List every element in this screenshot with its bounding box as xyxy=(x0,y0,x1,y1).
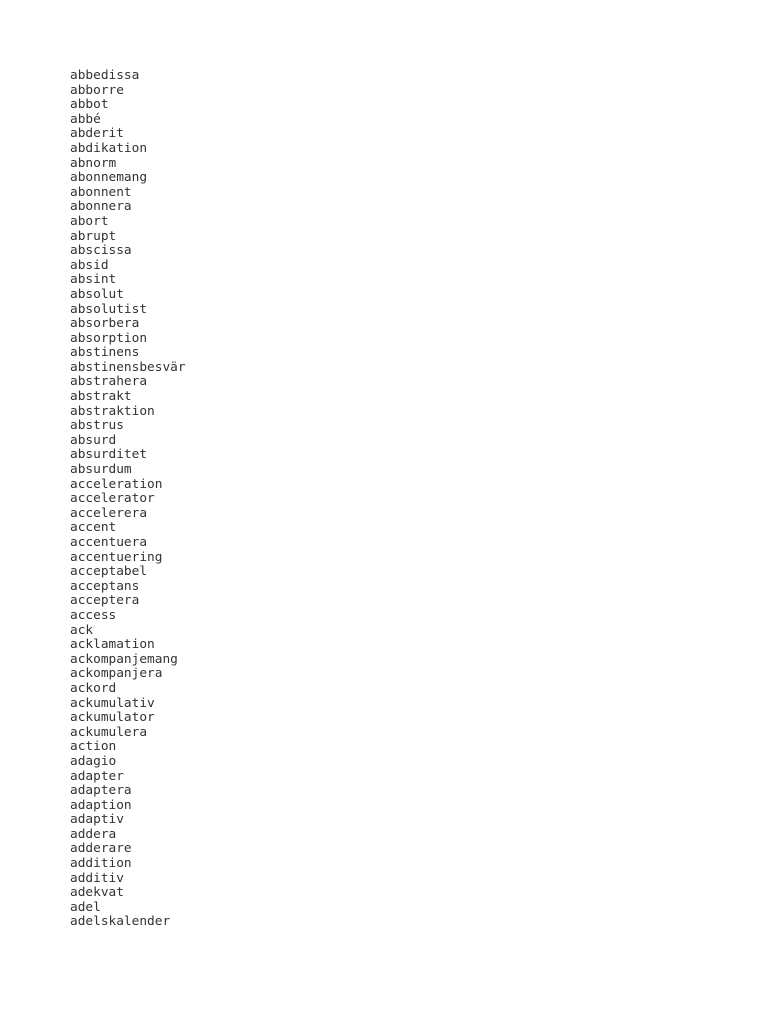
list-item: ackumulera xyxy=(70,724,148,740)
list-item: adderare xyxy=(70,841,132,857)
list-item: absorbera xyxy=(70,316,140,332)
list-item: abscissa xyxy=(70,243,132,259)
list-item: absint xyxy=(70,272,117,288)
list-item: abbedissa xyxy=(70,68,140,83)
list-item: abstinensbesvär xyxy=(70,359,186,375)
list-item: ackumulativ xyxy=(70,695,155,711)
list-item: abonnemang xyxy=(70,170,148,186)
list-item: abonnera xyxy=(70,199,132,215)
list-item: adaptera xyxy=(70,783,132,799)
list-item: accelerera xyxy=(70,505,148,521)
list-item: abstinens xyxy=(70,345,140,361)
list-item: abbot xyxy=(70,97,109,113)
list-item: abstrakt xyxy=(70,389,132,405)
list-item: absolut xyxy=(70,286,124,302)
word-list: abbedissa abborre abbot abbé abderit abdikati… xyxy=(70,68,186,930)
list-item: acklamation xyxy=(70,637,155,653)
list-item: accentuera xyxy=(70,535,148,550)
list-item: accentuering xyxy=(70,549,163,565)
list-item: access xyxy=(70,607,117,623)
list-item: acceleration xyxy=(70,476,163,492)
list-item: abdikation xyxy=(70,140,148,156)
list-item: adelskalender xyxy=(70,914,171,930)
list-item: abderit xyxy=(70,126,124,142)
list-item: ackompanjera xyxy=(70,666,163,682)
list-item: abort xyxy=(70,213,109,229)
list-item: accelerator xyxy=(70,491,155,507)
list-item: abborre xyxy=(70,82,124,98)
list-item: ackumulator xyxy=(70,710,155,726)
list-item: action xyxy=(70,739,117,755)
list-item: abstrahera xyxy=(70,374,148,390)
list-item: adapter xyxy=(70,768,124,784)
list-item: absurdum xyxy=(70,462,132,478)
list-item: abstraktion xyxy=(70,403,155,419)
list-item: acceptera xyxy=(70,593,140,609)
list-item: addera xyxy=(70,826,117,842)
list-item: absurditet xyxy=(70,447,148,463)
list-item: abbé xyxy=(70,111,101,127)
list-item: adaptiv xyxy=(70,812,124,828)
list-item: absolutist xyxy=(70,301,148,317)
list-item: ackompanjemang xyxy=(70,651,178,667)
list-item: adekvat xyxy=(70,885,124,901)
list-item: acceptans xyxy=(70,578,140,594)
list-item: abstrus xyxy=(70,418,124,434)
list-item: additiv xyxy=(70,870,124,886)
document-page: abbedissa abborre abbot abbé abderit abdikati… xyxy=(0,0,768,1024)
list-item: absurd xyxy=(70,432,117,448)
list-item: abonnent xyxy=(70,184,132,200)
list-item: adel xyxy=(70,899,101,915)
list-item: adaption xyxy=(70,797,132,813)
list-item: abnorm xyxy=(70,155,117,171)
list-item: abrupt xyxy=(70,228,117,244)
list-item: adagio xyxy=(70,753,117,769)
list-item: absorption xyxy=(70,330,148,346)
list-item: ack xyxy=(70,622,94,638)
list-item: absid xyxy=(70,257,109,273)
list-item: ackord xyxy=(70,680,117,696)
list-item: accent xyxy=(70,520,117,536)
list-item: acceptabel xyxy=(70,564,148,580)
list-item: addition xyxy=(70,856,132,872)
